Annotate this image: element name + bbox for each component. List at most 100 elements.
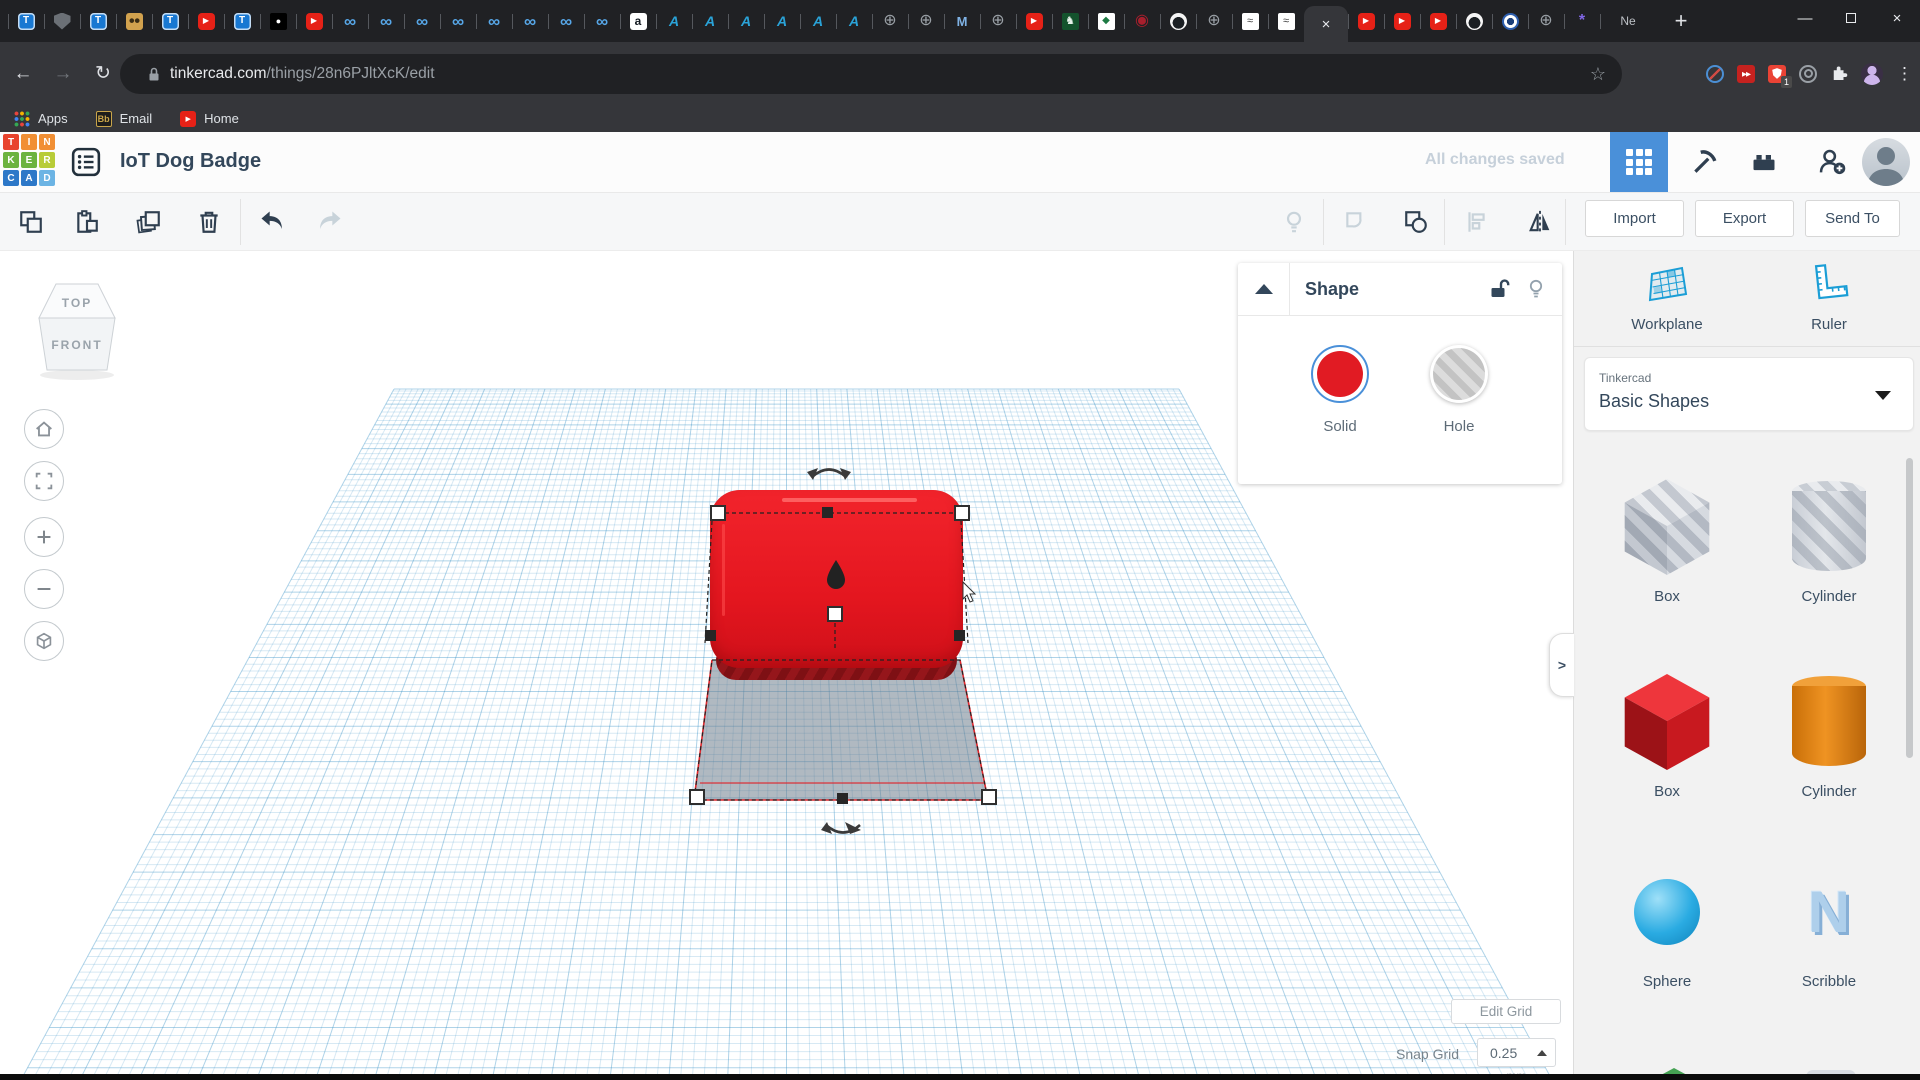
align-button[interactable] [1458,204,1494,240]
browser-tab[interactable] [1160,0,1196,42]
import-button[interactable]: Import [1585,200,1684,237]
shape-gallery-item[interactable]: Sphere [1582,851,1752,990]
copy-button[interactable] [13,204,49,240]
browser-tab[interactable]: ▶ [188,0,224,42]
browser-tab[interactable]: ∞ [404,0,440,42]
workplane-tool[interactable]: Workplane [1607,261,1727,333]
browser-tab[interactable]: a [620,0,656,42]
home-view-button[interactable] [24,409,64,449]
bookmark-item[interactable]: ▶ Home [180,110,239,127]
minecraft-export-button[interactable] [1675,132,1733,192]
browser-tab[interactable]: ∞ [332,0,368,42]
reload-button[interactable]: ↻ [86,62,120,85]
browser-tab[interactable]: ⊕ [980,0,1016,42]
browser-tab[interactable]: ◉ [1124,0,1160,42]
design-title[interactable]: IoT Dog Badge [120,150,261,173]
browser-tab[interactable]: A [764,0,800,42]
adblock-shield-icon[interactable]: 1 [1768,64,1792,88]
shape-gallery-item[interactable]: Cylinder [1744,661,1914,800]
duplicate-button[interactable] [131,204,167,240]
browser-tab[interactable]: ∞ [584,0,620,42]
hole-material-option[interactable] [1430,345,1488,403]
close-window-button[interactable]: × [1874,0,1920,36]
design-menu-icon[interactable] [71,147,101,177]
close-tab-icon[interactable]: × [1322,17,1331,32]
browser-tab[interactable]: ⊕ [908,0,944,42]
browser-tab[interactable]: M [944,0,980,42]
browser-tab[interactable]: Ne [1600,0,1656,42]
browser-tab[interactable]: ▶ [1420,0,1456,42]
back-button[interactable]: ← [6,63,40,85]
browser-tab[interactable]: T [80,0,116,42]
shape-gallery-item[interactable]: Box [1582,661,1752,800]
browser-tab[interactable] [116,0,152,42]
browser-tab[interactable]: ∞ [368,0,404,42]
undo-button[interactable] [254,204,290,240]
bookmark-star-icon[interactable]: ☆ [1590,64,1606,85]
sidebar-scrollbar[interactable] [1906,458,1913,758]
browser-tab[interactable]: ≈ [1268,0,1304,42]
blocks-view-button[interactable] [1610,132,1668,192]
browser-tab[interactable]: A [692,0,728,42]
shape-gallery-item[interactable]: Box [1582,466,1752,605]
browser-tab[interactable]: ▶ [1384,0,1420,42]
mirror-button[interactable] [1522,204,1558,240]
browser-tab[interactable]: ● [260,0,296,42]
browser-tab[interactable]: ▶ [1348,0,1384,42]
redo-button[interactable] [312,204,348,240]
zoom-in-button[interactable] [24,517,64,557]
browser-tab[interactable]: ⊕ [872,0,908,42]
browser-tab[interactable]: ∞ [476,0,512,42]
share-invite-button[interactable] [1803,132,1861,192]
fastforward-extension-icon[interactable]: ▶▶ [1737,64,1755,83]
ungroup-button[interactable] [1398,204,1434,240]
ruler-tool[interactable]: Ruler [1769,261,1889,333]
fit-view-button[interactable] [24,461,64,501]
browser-tab[interactable]: ◆ [1088,0,1124,42]
zoom-out-button[interactable] [24,569,64,609]
hide-lightbulb-icon[interactable] [1526,278,1546,300]
snap-grid-select[interactable]: 0.25 [1477,1038,1556,1067]
bookmark-item[interactable]: Apps [14,110,68,127]
collapse-sidebar-tab[interactable]: > [1549,633,1574,697]
export-button[interactable]: Export [1695,200,1794,237]
browser-profile-avatar[interactable] [1861,62,1883,85]
browser-tab[interactable] [1492,0,1528,42]
browser-tab[interactable]: A [800,0,836,42]
view-cube[interactable]: TOP FRONT [33,278,121,382]
content-blocker-icon[interactable] [1706,64,1724,83]
shape-library-dropdown[interactable]: Tinkercad Basic Shapes [1584,357,1914,431]
perspective-toggle-button[interactable] [24,621,64,661]
shape-gallery-item[interactable]: Scribble [1744,851,1914,990]
bookmark-item[interactable]: Bb Email [95,110,152,127]
group-button[interactable] [1338,204,1374,240]
forward-button[interactable]: → [46,63,80,85]
edit-grid-button[interactable]: Edit Grid [1451,999,1561,1024]
paste-button[interactable] [69,204,105,240]
browser-tab[interactable]: T [152,0,188,42]
browser-tab[interactable]: * [1564,0,1600,42]
delete-button[interactable] [191,204,227,240]
browser-menu-icon[interactable]: ⋮ [1896,64,1913,84]
browser-tab[interactable]: ∞ [512,0,548,42]
puzzle-extensions-icon[interactable] [1830,65,1848,83]
send-to-button[interactable]: Send To [1805,200,1900,237]
brick-export-button[interactable] [1735,132,1793,192]
address-bar[interactable]: tinkercad.com/things/28n6PJltXcK/edit ☆ [120,54,1622,94]
browser-tab[interactable]: ≈ [1232,0,1268,42]
browser-tab[interactable]: T [224,0,260,42]
shape-gallery-item[interactable]: Cylinder [1744,466,1914,605]
solid-material-option[interactable] [1311,345,1369,403]
browser-tab[interactable] [1456,0,1492,42]
browser-tab[interactable]: ⊕ [1528,0,1564,42]
minimize-button[interactable]: — [1782,0,1828,36]
new-tab-button[interactable]: + [1666,8,1696,34]
browser-tab[interactable] [44,0,80,42]
collapse-panel-button[interactable] [1238,263,1290,315]
browser-tab[interactable]: ▶ [296,0,332,42]
browser-tab[interactable]: ∞ [548,0,584,42]
unlock-icon[interactable] [1488,278,1510,300]
browser-tab[interactable]: T [8,0,44,42]
restore-button[interactable] [1828,0,1874,36]
browser-tab[interactable]: ∞ [440,0,476,42]
